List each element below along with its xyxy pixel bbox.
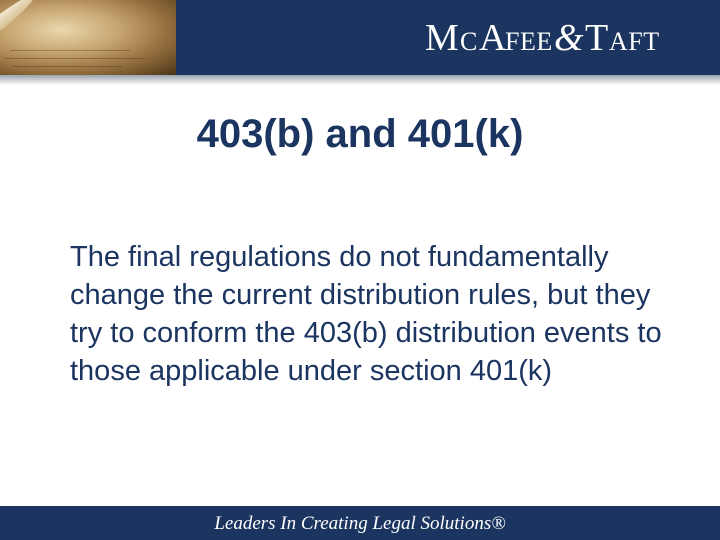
svg-text:FEE: FEE (505, 27, 553, 56)
company-logo: M C A FEE & T AFT (425, 14, 690, 58)
logo-wordmark: M C A FEE & T AFT (425, 17, 660, 58)
header-bar: M C A FEE & T AFT (0, 0, 720, 75)
footer-tagline: Leaders In Creating Legal Solutions® (214, 513, 506, 534)
svg-text:AFT: AFT (609, 27, 660, 56)
svg-text:A: A (479, 17, 507, 58)
svg-text:T: T (585, 17, 609, 58)
header-shadow (0, 75, 720, 85)
footer-bar: Leaders In Creating Legal Solutions® (0, 506, 720, 540)
svg-text:&: & (554, 17, 584, 58)
quill-pen-photo (0, 0, 176, 75)
svg-text:M: M (425, 17, 459, 58)
slide-title: 403(b) and 401(k) (196, 112, 524, 156)
slide-body-text: The final regulations do not fundamental… (70, 241, 662, 387)
svg-text:C: C (460, 27, 478, 56)
